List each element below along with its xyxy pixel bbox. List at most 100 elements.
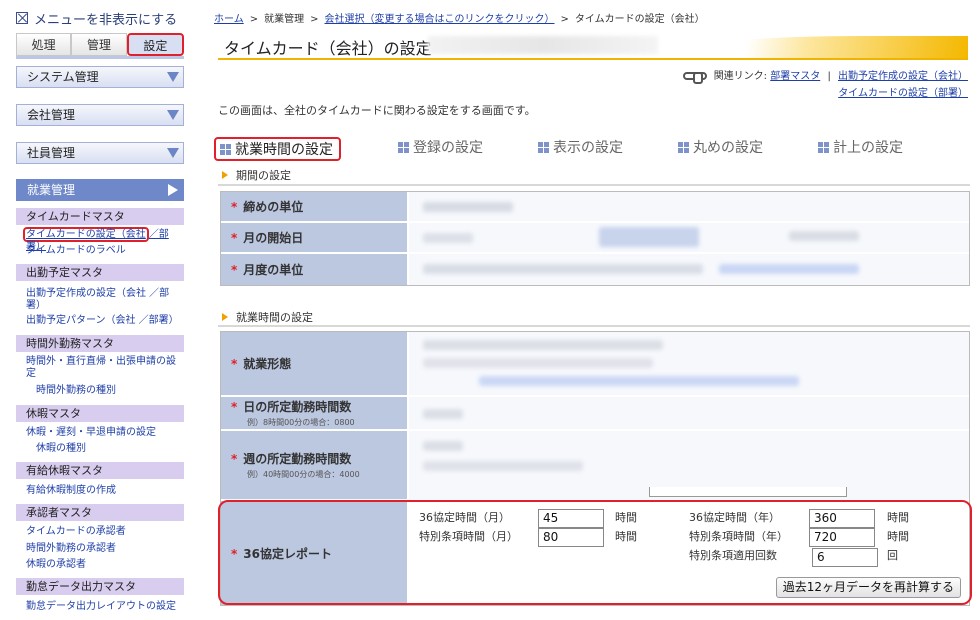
row-report36: * 36協定レポート 36協定時間（月） 45 時間 特別条項時間（月） 80 時… [221,501,969,605]
value-weekly-hours [409,431,969,499]
title-bar: タイムカード（会社）の設定 [218,32,968,60]
chevron-down-icon [167,110,179,120]
value-month-unit [409,254,969,285]
chevron-right-icon [168,184,178,196]
grid-icon [538,142,549,153]
section-overtime-master: 時間外勤務マスタ [16,335,184,352]
row-closing-unit: * 締めの単位 [221,192,969,223]
hide-menu-link[interactable]: メニューを非表示にする [16,9,177,28]
link-timecard-setting-company[interactable]: タイムカードの設定（会社 [23,227,149,242]
value-report36: 36協定時間（月） 45 時間 特別条項時間（月） 80 時間 36協定時間（年… [409,501,969,605]
related-label: 関連リンク: [713,71,768,82]
value-daily-hours [409,397,969,429]
link-overtime-apply[interactable]: 時間外・直行直帰・出張申請の設定 [26,356,176,380]
value-closing-unit [409,192,969,221]
tab-accounting[interactable]: 計上の設定 [814,137,903,161]
related-separator: | [827,71,831,82]
link-leave-apply[interactable]: 休暇・遅刻・早退申請の設定 [26,427,176,439]
label-closing-unit: * 締めの単位 [221,192,407,221]
tab-rounding[interactable]: 丸めの設定 [674,137,763,161]
label-daily-hours: * 日の所定勤務時間数 例）8時間00分の場合：0800 [221,397,407,429]
label-special-month: 特別条項時間（月） [419,530,518,543]
special-month-input[interactable]: 80 [538,528,604,547]
close-box-icon [16,12,28,24]
label-work-style: * 就業形態 [221,332,407,395]
section-paid-master: 有給休暇マスタ [16,462,184,479]
tab-manage[interactable]: 管理 [71,33,127,56]
divider [218,184,970,186]
worktime-heading: 就業時間の設定 [222,309,313,325]
chevron-down-icon [167,148,179,158]
row-daily-hours: * 日の所定勤務時間数 例）8時間00分の場合：0800 [221,397,969,431]
label-month-unit: * 月度の単位 [221,254,407,285]
grid-icon [398,142,409,153]
link-export-layout[interactable]: 勤怠データ出力レイアウトの設定 [26,601,176,613]
unit-hours: 時間 [615,530,637,543]
worktime-table: * 就業形態 * 日の所定勤務時間数 例）8時間00分の場合：0800 * 週の所定勤… [220,331,970,606]
tab-display[interactable]: 表示の設定 [534,137,623,161]
tab-process[interactable]: 処理 [16,33,72,56]
unit-hours: 時間 [887,511,909,524]
grid-icon [818,142,829,153]
year-hours-input[interactable]: 360 [809,509,875,528]
link-paid-create[interactable]: 有給休暇制度の作成 [26,485,176,497]
menu-work[interactable]: 就業管理 [16,179,184,201]
unit-times: 回 [887,549,898,562]
section-timecard-master: タイムカードマスタ [16,208,184,225]
section-schedule-master: 出勤予定マスタ [16,264,184,281]
menu-system[interactable]: システム管理 [16,66,184,88]
tab-registration[interactable]: 登録の設定 [394,137,483,161]
divider [218,325,970,327]
title-decoration [698,36,968,58]
breadcrumb-company-select[interactable]: 会社選択（変更する場合はこのリンクをクリック） [324,14,554,25]
mode-tabs: 処理 管理 設定 [16,33,184,59]
link-timecard-label[interactable]: タイムカードのラベル [26,245,176,257]
tab-settings[interactable]: 設定 [126,33,184,56]
link-approver-timecard[interactable]: タイムカードの承認者 [26,526,176,538]
tab-worktime-label: 就業時間の設定 [235,142,333,158]
label-weekly-hours: * 週の所定勤務時間数 例）40時間00分の場合：4000 [221,431,407,499]
sidebar: メニューを非表示にする 処理 管理 設定 システム管理 会社管理 社員管理 就業… [0,0,200,620]
link-chain-icon [682,72,707,84]
menu-company[interactable]: 会社管理 [16,104,184,126]
menu-company-label: 会社管理 [27,108,76,122]
tab-worktime[interactable]: 就業時間の設定 [214,137,341,161]
link-schedule-create[interactable]: 出勤予定作成の設定（会社 ／部署） [26,288,176,312]
tab-rounding-label: 丸めの設定 [693,140,763,156]
related-dept-master[interactable]: 部署マスタ [770,71,820,82]
label-month-start: * 月の開始日 [221,223,407,252]
recalc-button[interactable]: 過去12ヶ月データを再計算する [775,577,961,598]
value-work-style [409,332,969,395]
breadcrumb: ホーム > 就業管理 > 会社選択（変更する場合はこのリンクをクリック） > タイムカードの… [214,14,705,25]
menu-staff[interactable]: 社員管理 [16,142,184,164]
value-month-start [409,223,969,252]
breadcrumb-work: 就業管理 [264,14,305,25]
grid-icon [220,144,231,155]
link-overtime-types[interactable]: 時間外勤務の種別 [36,385,186,397]
blurred-company-name [428,36,658,54]
section-approver-master: 承認者マスタ [16,504,184,521]
menu-system-label: システム管理 [27,70,99,84]
page-description: この画面は、全社のタイムカードに関わる設定をする画面です。 [218,104,536,117]
grid-icon [678,142,689,153]
section-leave-master: 休暇マスタ [16,405,184,422]
link-approver-leave[interactable]: 休暇の承認者 [26,559,176,571]
link-schedule-pattern[interactable]: 出勤予定パターン（会社 ／部署） [26,315,179,327]
month-hours-input[interactable]: 45 [538,509,604,528]
link-leave-types[interactable]: 休暇の種別 [36,443,186,455]
chevron-down-icon [167,72,179,82]
special-year-input[interactable]: 720 [809,528,875,547]
label-report36: * 36協定レポート [221,501,407,605]
link-approver-overtime[interactable]: 時間外勤務の承認者 [26,543,176,555]
label-year-hours: 36協定時間（年） [689,511,780,524]
section-export-master: 勤怠データ出力マスタ [16,578,184,595]
breadcrumb-home[interactable]: ホーム [214,14,244,25]
row-weekly-hours: * 週の所定勤務時間数 例）40時間00分の場合：4000 [221,431,969,501]
main-content: ホーム > 就業管理 > 会社選択（変更する場合はこのリンクをクリック） > タイムカードの… [214,0,980,620]
related-schedule-setting[interactable]: 出勤予定作成の設定（会社） [838,71,968,82]
unit-hours: 時間 [615,511,637,524]
tab-accounting-label: 計上の設定 [833,140,903,156]
section-tabs: 就業時間の設定 登録の設定 表示の設定 丸めの設定 計上の設定 [214,137,974,161]
special-count-input[interactable]: 6 [812,548,878,567]
related-timecard-dept[interactable]: タイムカードの設定（部署） [838,88,968,99]
